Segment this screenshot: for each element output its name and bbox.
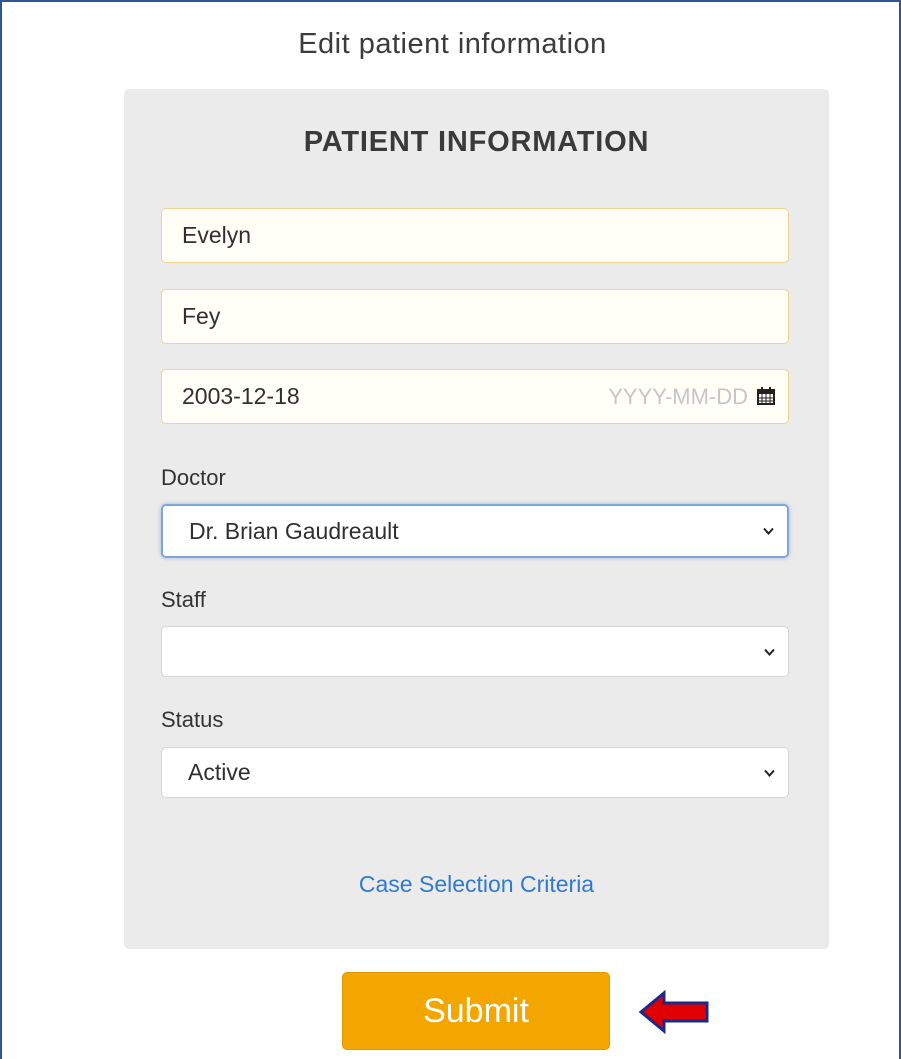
- staff-select[interactable]: [161, 626, 789, 677]
- status-selected-value: Active: [188, 759, 251, 785]
- case-selection-criteria-link[interactable]: Case Selection Criteria: [124, 871, 829, 898]
- doctor-select[interactable]: Dr. Brian Gaudreault: [161, 504, 789, 558]
- first-name-value: Evelyn: [182, 222, 252, 248]
- patient-info-panel: PATIENT INFORMATION Evelyn Fey 2003-12-1…: [124, 89, 829, 949]
- submit-button-label: Submit: [423, 991, 529, 1030]
- red-arrow-left-icon: [638, 990, 709, 1034]
- last-name-value: Fey: [182, 303, 221, 329]
- staff-label: Staff: [161, 587, 206, 612]
- birth-date-placeholder: YYYY-MM-DD: [608, 384, 748, 409]
- last-name-input[interactable]: Fey: [161, 289, 789, 344]
- chevron-down-icon: [764, 769, 775, 777]
- page-title: Edit patient information: [298, 28, 607, 60]
- doctor-label: Doctor: [161, 465, 226, 490]
- birth-date-value: 2003-12-18: [182, 383, 300, 409]
- chevron-down-icon: [763, 527, 774, 535]
- birth-date-input[interactable]: 2003-12-18 YYYY-MM-DD: [161, 369, 789, 424]
- calendar-icon[interactable]: [756, 386, 776, 406]
- chevron-down-icon: [764, 648, 775, 656]
- panel-heading: PATIENT INFORMATION: [303, 126, 650, 158]
- first-name-input[interactable]: Evelyn: [161, 208, 789, 263]
- submit-button[interactable]: Submit: [342, 972, 610, 1050]
- doctor-selected-value: Dr. Brian Gaudreault: [189, 517, 399, 544]
- status-label: Status: [161, 707, 224, 732]
- window-frame: Edit patient information PATIENT INFORMA…: [0, 0, 901, 1059]
- status-select[interactable]: Active: [161, 747, 789, 798]
